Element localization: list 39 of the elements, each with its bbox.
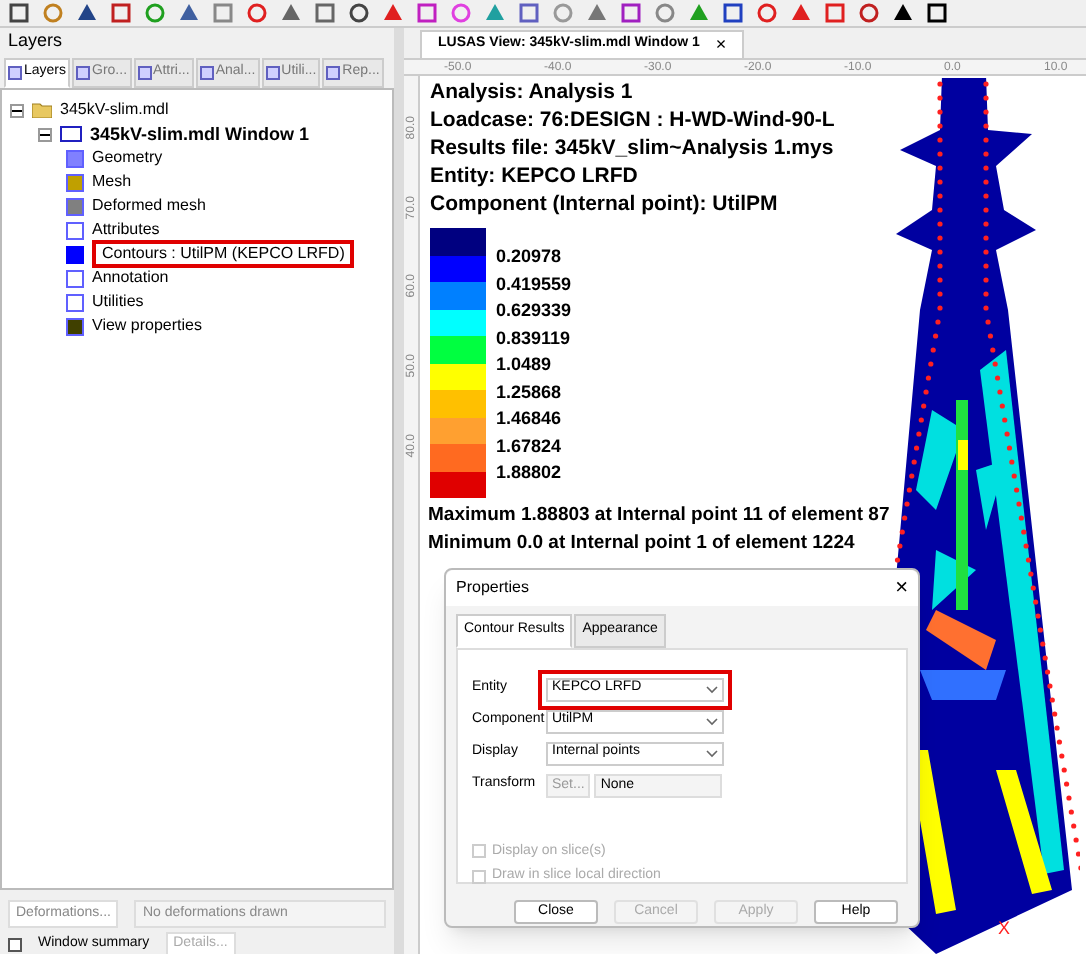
legend-value: 0.20978 bbox=[496, 244, 564, 270]
chevron-icon bbox=[706, 749, 718, 757]
axis-label: X bbox=[998, 916, 1011, 942]
tree-item[interactable]: Annotation bbox=[92, 270, 169, 286]
result-info-text: Analysis: Analysis 1 bbox=[430, 80, 635, 106]
window-icon bbox=[60, 126, 82, 142]
legend-value: 1.0489 bbox=[496, 352, 554, 378]
tree-item[interactable]: 345kV-slim.mdl Window 1 bbox=[90, 125, 309, 143]
tree-item[interactable]: Utilities bbox=[92, 294, 144, 310]
legend-value: 1.46846 bbox=[496, 406, 564, 432]
tree-item[interactable]: Attributes bbox=[92, 222, 160, 238]
window-summary-checkbox[interactable] bbox=[8, 937, 22, 951]
result-summary-text: Minimum 0.0 at Internal point 1 of element 1224 bbox=[428, 532, 857, 556]
legend-value: 0.629339 bbox=[496, 298, 572, 324]
result-info-text: Results file: 345kV_slim~Analysis 1.mys bbox=[430, 136, 835, 162]
legend-value: 1.25868 bbox=[496, 379, 564, 405]
panel-title: Layers bbox=[8, 28, 63, 55]
legend-value: 0.839119 bbox=[496, 325, 572, 351]
chevron-icon bbox=[706, 685, 718, 693]
legend-value: 1.88802 bbox=[496, 460, 564, 486]
result-summary-text: Maximum 1.88803 at Internal point 11 of element 87 bbox=[428, 504, 890, 528]
expander-icon[interactable] bbox=[38, 127, 52, 141]
close-icon[interactable]: × bbox=[895, 577, 908, 599]
tree-item[interactable]: Deformed mesh bbox=[92, 198, 206, 214]
tree-item[interactable]: Geometry bbox=[92, 150, 163, 166]
tree-item[interactable]: Mesh bbox=[92, 174, 132, 190]
result-info-text: Entity: KEPCO LRFD bbox=[430, 164, 640, 190]
close-icon[interactable]: × bbox=[715, 36, 727, 54]
legend-value: 0.419559 bbox=[496, 271, 572, 297]
legend-value: 1.67824 bbox=[496, 433, 564, 459]
tree-item[interactable]: Contours : UtilPM (KEPCO LRFD) bbox=[102, 246, 345, 262]
result-info-text: Component (Internal point): UtilPM bbox=[430, 192, 780, 218]
folder-icon bbox=[32, 102, 52, 118]
chevron-icon bbox=[706, 717, 718, 725]
tree-item[interactable]: 345kV-slim.mdl bbox=[60, 102, 169, 118]
dialog-title: Properties bbox=[456, 576, 529, 600]
expander-icon[interactable] bbox=[10, 103, 24, 117]
tree-item[interactable]: View properties bbox=[92, 318, 202, 334]
result-info-text: Loadcase: 76:DESIGN : H-WD-Wind-90-L bbox=[430, 108, 835, 134]
